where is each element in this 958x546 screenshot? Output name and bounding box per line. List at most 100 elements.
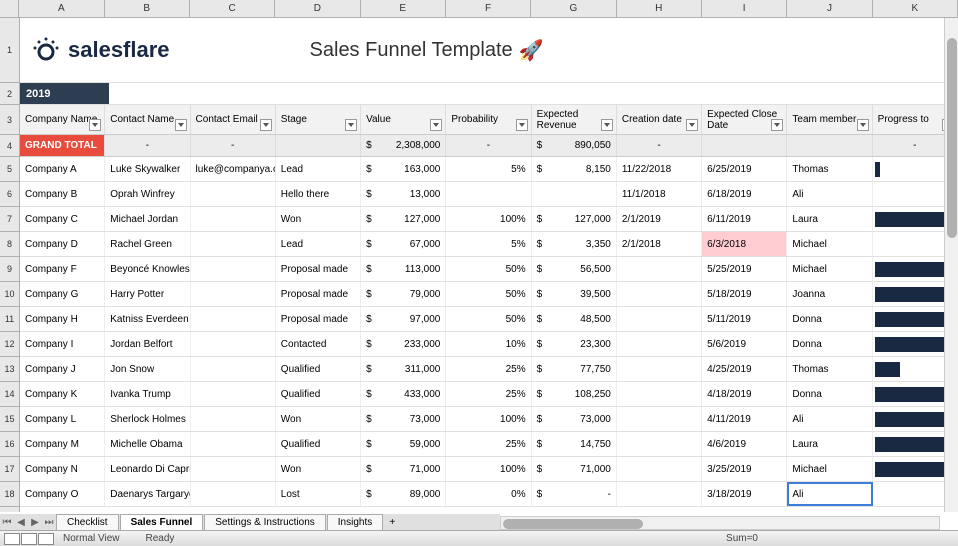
member-cell[interactable]: Michael — [787, 232, 872, 256]
column-header[interactable]: Contact Email — [191, 105, 276, 134]
contact-cell[interactable]: Rachel Green — [105, 232, 190, 256]
company-cell[interactable]: Company I — [20, 332, 105, 356]
stage-cell[interactable]: Qualified — [276, 382, 361, 406]
value-cell[interactable]: $79,000 — [361, 282, 446, 306]
member-cell[interactable]: Michael — [787, 457, 872, 481]
email-cell[interactable] — [191, 382, 276, 406]
tab-nav-first[interactable]: ⏮ — [0, 517, 14, 528]
expected-cell[interactable]: $39,500 — [532, 282, 617, 306]
filter-dropdown-icon[interactable] — [516, 119, 528, 131]
contact-cell[interactable]: Katniss Everdeen — [105, 307, 190, 331]
expected-cell[interactable]: $108,250 — [532, 382, 617, 406]
value-cell[interactable]: $89,000 — [361, 482, 446, 506]
tab-nav-next[interactable]: ▶ — [28, 517, 42, 528]
created-cell[interactable]: 11/22/2018 — [617, 157, 702, 181]
company-cell[interactable]: Company C — [20, 207, 105, 231]
column-letter[interactable]: C — [190, 0, 275, 17]
value-cell[interactable]: $97,000 — [361, 307, 446, 331]
close-date-cell[interactable]: 6/3/2018 — [702, 232, 787, 256]
row-num[interactable]: 12 — [0, 332, 19, 357]
row-num[interactable]: 11 — [0, 307, 19, 332]
stage-cell[interactable]: Won — [276, 207, 361, 231]
row-num[interactable]: 8 — [0, 232, 19, 257]
value-cell[interactable]: $73,000 — [361, 407, 446, 431]
close-date-cell[interactable]: 6/25/2019 — [702, 157, 787, 181]
row-num[interactable]: 17 — [0, 457, 19, 482]
company-cell[interactable]: Company F — [20, 257, 105, 281]
view-normal-button[interactable] — [4, 533, 20, 545]
company-cell[interactable]: Company H — [20, 307, 105, 331]
stage-cell[interactable]: Hello there — [276, 182, 361, 206]
expected-cell[interactable]: $23,300 — [532, 332, 617, 356]
row-num[interactable]: 3 — [0, 105, 19, 135]
close-date-cell[interactable]: 4/18/2019 — [702, 382, 787, 406]
contact-cell[interactable]: Jordan Belfort — [105, 332, 190, 356]
company-cell[interactable]: Company D — [20, 232, 105, 256]
row-num[interactable]: 14 — [0, 382, 19, 407]
stage-cell[interactable]: Qualified — [276, 357, 361, 381]
stage-cell[interactable]: Proposal made — [276, 307, 361, 331]
created-cell[interactable] — [617, 407, 702, 431]
value-cell[interactable]: $233,000 — [361, 332, 446, 356]
column-letter[interactable]: A — [19, 0, 104, 17]
row-num[interactable]: 16 — [0, 432, 19, 457]
probability-cell[interactable]: 25% — [446, 357, 531, 381]
expected-cell[interactable]: $73,000 — [532, 407, 617, 431]
horizontal-scrollbar[interactable] — [500, 516, 940, 530]
created-cell[interactable]: 11/1/2018 — [617, 182, 702, 206]
probability-cell[interactable]: 50% — [446, 257, 531, 281]
expected-cell[interactable]: $14,750 — [532, 432, 617, 456]
column-letter[interactable]: H — [617, 0, 702, 17]
company-cell[interactable]: Company J — [20, 357, 105, 381]
value-cell[interactable]: $59,000 — [361, 432, 446, 456]
expected-cell[interactable]: $48,500 — [532, 307, 617, 331]
member-cell[interactable]: Laura — [787, 432, 872, 456]
company-cell[interactable]: Company L — [20, 407, 105, 431]
close-date-cell[interactable]: 4/6/2019 — [702, 432, 787, 456]
created-cell[interactable] — [617, 332, 702, 356]
contact-cell[interactable]: Sherlock Holmes — [105, 407, 190, 431]
email-cell[interactable] — [191, 307, 276, 331]
tab-nav-last[interactable]: ⏭ — [42, 517, 56, 528]
contact-cell[interactable]: Luke Skywalker — [105, 157, 190, 181]
probability-cell[interactable]: 10% — [446, 332, 531, 356]
expected-cell[interactable]: $77,750 — [532, 357, 617, 381]
created-cell[interactable] — [617, 482, 702, 506]
created-cell[interactable] — [617, 307, 702, 331]
created-cell[interactable] — [617, 432, 702, 456]
column-letter[interactable]: J — [787, 0, 872, 17]
created-cell[interactable] — [617, 357, 702, 381]
column-header[interactable]: Expected Close Date — [702, 105, 787, 134]
filter-dropdown-icon[interactable] — [771, 119, 783, 131]
value-cell[interactable]: $113,000 — [361, 257, 446, 281]
view-pagebreak-button[interactable] — [38, 533, 54, 545]
email-cell[interactable] — [191, 207, 276, 231]
probability-cell[interactable]: 100% — [446, 207, 531, 231]
value-cell[interactable]: $71,000 — [361, 457, 446, 481]
column-header[interactable]: Creation date — [617, 105, 702, 134]
stage-cell[interactable]: Proposal made — [276, 282, 361, 306]
column-header[interactable]: Value — [361, 105, 446, 134]
probability-cell[interactable]: 100% — [446, 457, 531, 481]
stage-cell[interactable]: Contacted — [276, 332, 361, 356]
column-header[interactable]: Contact Name — [105, 105, 190, 134]
row-num[interactable]: 5 — [0, 157, 19, 182]
expected-cell[interactable] — [532, 182, 617, 206]
close-date-cell[interactable]: 5/11/2019 — [702, 307, 787, 331]
member-cell[interactable]: Thomas — [787, 157, 872, 181]
filter-dropdown-icon[interactable] — [857, 119, 869, 131]
company-cell[interactable]: Company G — [20, 282, 105, 306]
close-date-cell[interactable]: 5/6/2019 — [702, 332, 787, 356]
probability-cell[interactable]: 25% — [446, 382, 531, 406]
view-layout-button[interactable] — [21, 533, 37, 545]
company-cell[interactable]: Company A — [20, 157, 105, 181]
tab-nav-prev[interactable]: ◀ — [14, 517, 28, 528]
contact-cell[interactable]: Daenarys Targaryen — [105, 482, 190, 506]
company-cell[interactable]: Company B — [20, 182, 105, 206]
email-cell[interactable]: luke@companya.com — [191, 157, 276, 181]
email-cell[interactable] — [191, 357, 276, 381]
column-header[interactable]: Team member — [787, 105, 872, 134]
column-letter[interactable]: F — [446, 0, 531, 17]
member-cell[interactable]: Michael — [787, 257, 872, 281]
row-num[interactable]: 1 — [0, 18, 19, 83]
